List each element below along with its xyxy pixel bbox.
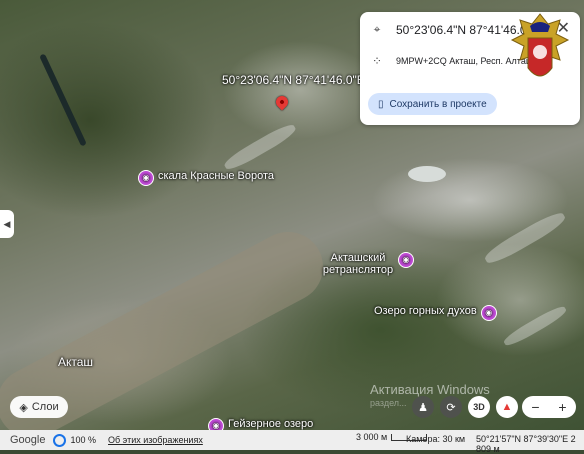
compass-icon: ▲ xyxy=(501,401,513,413)
snow-ridge xyxy=(501,303,569,349)
place-label: скала Красные Ворота xyxy=(158,170,275,182)
chevron-left-icon: ◀ xyxy=(3,218,11,229)
zoom-percent: 100 % xyxy=(70,435,97,445)
layers-button[interactable]: ◈ Слои xyxy=(10,396,68,418)
activation-watermark-sub: раздел... xyxy=(370,398,407,408)
river xyxy=(39,53,87,147)
card-plus-code-row[interactable]: ⁘ 9MPW+2CQ Акташ, Респ. Алтай xyxy=(370,54,531,68)
cursor-coordinates: 50°21'57"N 87°39'30"E 2 809 м xyxy=(476,434,576,454)
compass-button[interactable]: ▲ xyxy=(496,396,518,418)
zoom-out-button[interactable]: − xyxy=(531,399,539,415)
camera-icon: ◉ xyxy=(398,252,414,268)
about-imagery-link[interactable]: Об этих изображениях xyxy=(108,435,203,445)
place-marker[interactable]: ◉ Акташский ретранслятор xyxy=(322,252,414,276)
rotate-icon: ⟳ xyxy=(446,401,456,414)
status-bar: Google 100 % Об этих изображениях 3 000 … xyxy=(0,430,584,454)
place-marker[interactable]: ◉ Озеро горных духов xyxy=(374,305,497,321)
scale-label: 3 000 м xyxy=(356,432,388,442)
street-view-button[interactable]: ♟ xyxy=(412,396,434,418)
place-marker[interactable]: ◉ Гейзерное озеро xyxy=(208,418,313,430)
google-logo: Google xyxy=(10,434,46,446)
plus-code-icon: ⁘ xyxy=(371,54,383,68)
zoom-control: − + xyxy=(522,396,576,418)
place-label: Акташский ретранслятор xyxy=(322,252,394,276)
place-label: Акташ xyxy=(58,355,94,369)
bookmark-icon: ▯ xyxy=(378,98,384,110)
lake xyxy=(408,166,446,182)
reset-orientation-button[interactable]: ⟳ xyxy=(440,396,462,418)
activation-watermark: Активация Windows xyxy=(370,382,490,397)
camera-altitude: Камера: 30 км xyxy=(406,434,466,444)
globe-icon xyxy=(53,433,67,447)
emblem-icon xyxy=(510,13,570,77)
save-label: Сохранить в проекте xyxy=(389,98,487,110)
place-label: Озеро горных духов xyxy=(374,305,477,317)
camera-icon: ◉ xyxy=(208,418,224,430)
place-label: Гейзерное озеро xyxy=(228,418,314,430)
snow-ridge xyxy=(482,208,568,268)
save-to-project-button[interactable]: ▯ Сохранить в проекте xyxy=(368,93,497,115)
satellite-map[interactable]: 50°23'06.4"N 87°41'46.0"E ◉ скала Красны… xyxy=(0,0,584,430)
camera-icon: ◉ xyxy=(138,170,154,186)
layers-label: Слои xyxy=(31,401,59,413)
layers-icon: ◈ xyxy=(19,401,28,414)
side-panel-toggle[interactable]: ◀ xyxy=(0,210,14,238)
camera-icon: ◉ xyxy=(480,305,497,321)
view-3d-button[interactable]: 3D xyxy=(468,396,490,418)
location-pin-icon[interactable] xyxy=(273,93,291,111)
pin-coordinate-label: 50°23'06.4"N 87°41'46.0"E xyxy=(222,73,365,87)
location-pin-icon: ⌖ xyxy=(373,22,381,36)
snow-ridge xyxy=(221,120,299,174)
place-marker[interactable]: ◉ скала Красные Ворота xyxy=(138,170,274,186)
pegman-icon: ♟ xyxy=(418,401,428,414)
town-label[interactable]: Акташ xyxy=(58,356,93,368)
zoom-in-button[interactable]: + xyxy=(558,399,566,415)
